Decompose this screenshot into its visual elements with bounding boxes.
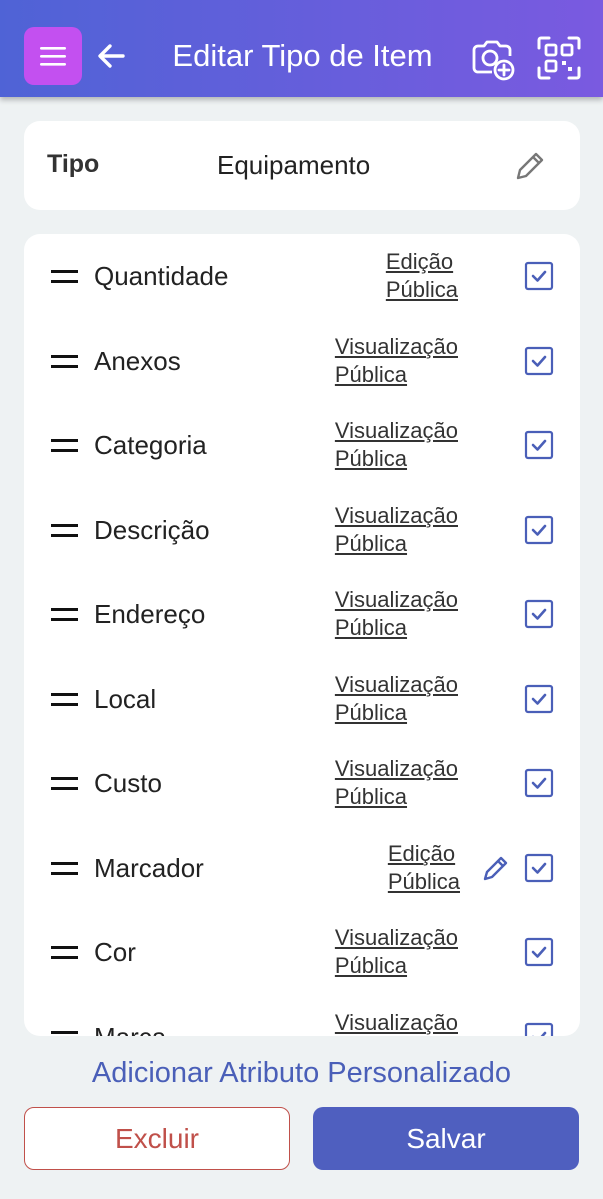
- menu-button[interactable]: [24, 27, 82, 85]
- checkbox[interactable]: [523, 514, 555, 546]
- attribute-access-link[interactable]: Edição Pública: [388, 840, 460, 896]
- attribute-row: Categoria Visualização Pública: [24, 403, 580, 487]
- checkbox[interactable]: [523, 1021, 555, 1037]
- add-custom-attribute-link[interactable]: Adicionar Atributo Personalizado: [0, 1053, 603, 1093]
- access-label-line: Pública: [334, 361, 408, 387]
- drag-handle-icon[interactable]: [51, 1030, 78, 1036]
- page-title: Editar Tipo de Item: [172, 38, 433, 73]
- checkbox[interactable]: [523, 429, 555, 461]
- access-label-line: Visualização: [334, 756, 458, 781]
- drag-handle-icon[interactable]: [51, 608, 78, 621]
- access-label-line: Pública: [334, 953, 408, 978]
- delete-button[interactable]: Excluir: [24, 1107, 290, 1170]
- access-label-line: Visualização: [334, 671, 458, 697]
- app-bar: Editar Tipo de Item: [0, 0, 603, 97]
- attribute-access-link[interactable]: Edição Pública: [386, 248, 458, 304]
- checkbox[interactable]: [523, 683, 555, 715]
- camera-add-icon[interactable]: [468, 34, 516, 82]
- arrow-left-icon[interactable]: [93, 38, 129, 74]
- attribute-access-link[interactable]: Visualização Pública: [335, 755, 458, 811]
- drag-handle-icon[interactable]: [51, 692, 78, 706]
- attribute-access-link[interactable]: VisualizaçãoPública: [335, 333, 458, 389]
- checkbox[interactable]: [523, 345, 555, 377]
- attribute-name: Local: [94, 683, 157, 714]
- pencil-icon[interactable]: [479, 851, 513, 885]
- access-label-line: Visualização: [334, 587, 458, 612]
- attribute-row: Custo Visualização Pública: [24, 741, 580, 825]
- attribute-name: Endereço: [94, 599, 206, 629]
- access-label-line: Edição: [387, 840, 456, 866]
- attribute-access-link[interactable]: Visualização Pública: [335, 586, 458, 642]
- attribute-row: Local Visualização Pública: [24, 657, 580, 741]
- access-label-line: Pública: [334, 530, 408, 556]
- access-label-line: Visualização: [334, 925, 458, 950]
- attribute-row: Marcador Edição Pública: [24, 826, 580, 910]
- access-label-line: Visualização: [334, 502, 458, 528]
- attribute-name: Descrição: [94, 514, 210, 545]
- access-label-line: Pública: [334, 446, 408, 471]
- attribute-name: Anexos: [94, 345, 181, 376]
- drag-handle-icon[interactable]: [51, 270, 78, 283]
- attribute-name: Cor: [94, 937, 136, 967]
- attribute-name: Marca: [94, 1022, 166, 1037]
- checkbox[interactable]: [523, 598, 555, 630]
- attribute-name: Categoria: [94, 430, 207, 460]
- checkbox[interactable]: [523, 936, 555, 968]
- checkbox[interactable]: [523, 260, 555, 292]
- access-label-line: Pública: [385, 277, 458, 302]
- access-label-line: Pública: [387, 868, 460, 894]
- drag-handle-icon[interactable]: [51, 946, 78, 959]
- qr-scan-icon[interactable]: [535, 34, 583, 82]
- save-button[interactable]: Salvar: [313, 1107, 579, 1170]
- attribute-access-link[interactable]: Visualização Pública: [335, 417, 458, 473]
- attribute-access-link[interactable]: VisualizaçãoPública: [335, 1009, 458, 1037]
- attribute-row: Endereço Visualização Pública: [24, 572, 580, 656]
- access-label-line: Pública: [334, 615, 408, 640]
- drag-handle-icon[interactable]: [51, 523, 78, 537]
- attribute-name: Quantidade: [94, 261, 229, 291]
- access-label-line: Visualização: [334, 1009, 458, 1035]
- drag-handle-icon[interactable]: [51, 861, 78, 875]
- attribute-row: Anexos Visualização Pública: [24, 319, 580, 403]
- access-label-line: Pública: [334, 699, 408, 725]
- attribute-access-link[interactable]: VisualizaçãoPública: [335, 671, 458, 727]
- attribute-access-link[interactable]: Visualização Pública: [335, 924, 458, 980]
- attribute-name: Marcador: [94, 852, 204, 883]
- attribute-access-link[interactable]: VisualizaçãoPública: [335, 502, 458, 558]
- hamburger-menu-icon: [40, 47, 66, 66]
- attribute-row: Marca VisualizaçãoPública: [24, 995, 580, 1037]
- attribute-row: Descrição Visualização Pública: [24, 488, 580, 572]
- attribute-list: Quantidade Edição Pública Anexos Visualizaçã…: [24, 234, 580, 1036]
- drag-handle-icon[interactable]: [51, 439, 78, 452]
- checkbox[interactable]: [523, 767, 555, 799]
- access-label-line: Pública: [334, 784, 408, 809]
- drag-handle-icon[interactable]: [51, 354, 78, 368]
- access-label-line: Edição: [385, 249, 454, 274]
- access-label-line: Visualização: [334, 418, 458, 443]
- attribute-row: Cor Visualização Pública: [24, 910, 580, 994]
- type-label: Tipo: [47, 150, 100, 178]
- pencil-icon[interactable]: [510, 146, 550, 186]
- type-value: Equipamento: [217, 150, 371, 180]
- access-label-line: Visualização: [334, 333, 458, 359]
- drag-handle-icon[interactable]: [51, 777, 78, 790]
- attribute-name: Custo: [94, 768, 162, 798]
- type-card: Tipo Equipamento: [24, 121, 580, 210]
- attribute-row: Quantidade Edição Pública: [24, 234, 580, 318]
- checkbox[interactable]: [523, 852, 555, 884]
